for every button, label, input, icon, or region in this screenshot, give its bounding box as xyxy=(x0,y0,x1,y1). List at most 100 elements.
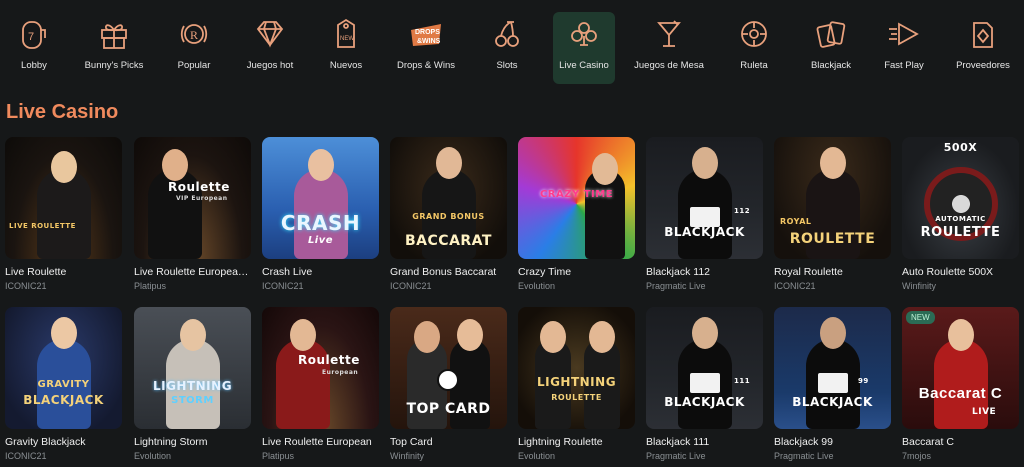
nav-label: Ruleta xyxy=(740,60,768,71)
art-label: BLACKJACK xyxy=(23,393,104,407)
art-label: Roulette xyxy=(168,180,230,194)
art-sublabel: GRAND BONUS xyxy=(412,212,485,221)
art-label: BLACKJACK xyxy=(664,225,745,239)
game-name: Royal Roulette xyxy=(774,266,843,278)
game-card[interactable]: CRASH Live Crash Live ICONIC21 xyxy=(262,137,379,291)
game-card[interactable]: LIGHTNING STORM Lightning Storm Evolutio… xyxy=(134,307,251,461)
game-name: Blackjack 111 xyxy=(646,436,710,448)
game-thumbnail[interactable]: CRASH Live xyxy=(262,137,379,259)
diamond-icon xyxy=(250,14,290,54)
new-tag-icon: NEW xyxy=(326,14,366,54)
nav-label: Blackjack xyxy=(810,60,852,71)
game-card[interactable]: TOP CARD Top Card Winfinity xyxy=(390,307,507,461)
nav-label: Fast Play xyxy=(884,60,924,71)
game-provider: Winfinity xyxy=(390,451,425,461)
game-card[interactable]: LIGHTNING ROULETTE Lightning Roulette Ev… xyxy=(518,307,635,461)
art-label: BLACKJACK xyxy=(792,395,873,409)
game-thumbnail[interactable]: LIVE ROULETTE xyxy=(5,137,122,259)
game-card[interactable]: NEW Baccarat C LIVE Baccarat C 7mojos xyxy=(902,307,1019,461)
game-card[interactable]: BLACKJACK 112 Blackjack 112 Pragmatic Li… xyxy=(646,137,763,291)
nav-label: Bunny's Picks xyxy=(84,60,144,71)
game-thumbnail[interactable]: NEW Baccarat C LIVE xyxy=(902,307,1019,429)
roulette-icon xyxy=(734,14,774,54)
art-sublabel: VIP European xyxy=(176,195,228,202)
cards-icon xyxy=(811,14,851,54)
gift-icon xyxy=(94,14,134,54)
svg-text:&WINS: &WINS xyxy=(417,38,441,45)
art-label: LIGHTNING xyxy=(536,375,617,389)
game-thumbnail[interactable]: 500X AUTOMATIC ROULETTE xyxy=(902,137,1019,259)
game-card[interactable]: BLACKJACK 111 Blackjack 111 Pragmatic Li… xyxy=(646,307,763,461)
art-label: BACCARAT xyxy=(405,233,492,249)
nav-popular[interactable]: R Popular xyxy=(163,12,225,84)
cherry-icon xyxy=(487,14,527,54)
game-thumbnail[interactable]: BLACKJACK 111 xyxy=(646,307,763,429)
nav-juegos-de-mesa[interactable]: Juegos de Mesa xyxy=(634,12,704,84)
game-name: Blackjack 99 xyxy=(774,436,833,448)
nav-juegos-hot[interactable]: Juegos hot xyxy=(239,12,301,84)
game-provider: ICONIC21 xyxy=(390,281,432,291)
game-thumbnail[interactable]: BLACKJACK 112 xyxy=(646,137,763,259)
art-sublabel: LIVE xyxy=(972,407,997,417)
game-name: Live Roulette European VIP xyxy=(134,266,251,278)
game-card[interactable]: BLACKJACK 99 Blackjack 99 Pragmatic Live xyxy=(774,307,891,461)
nav-live-casino[interactable]: Live Casino xyxy=(553,12,615,84)
nav-ruleta[interactable]: Ruleta xyxy=(723,12,785,84)
game-thumbnail[interactable]: Roulette VIP European xyxy=(134,137,251,259)
art-sublabel: European xyxy=(322,369,359,376)
art-sublabel: ROULETTE xyxy=(551,393,602,402)
game-card[interactable]: GRAND BONUS BACCARAT Grand Bonus Baccara… xyxy=(390,137,507,291)
nav-label: Lobby xyxy=(21,60,47,71)
nav-label: Juegos hot xyxy=(246,60,294,71)
game-card[interactable]: ROYAL ROULETTE Royal Roulette ICONIC21 xyxy=(774,137,891,291)
nav-blackjack[interactable]: Blackjack xyxy=(800,12,862,84)
game-card[interactable]: Roulette European Live Roulette European… xyxy=(262,307,379,461)
nav-drops-wins[interactable]: DROPS &WINS Drops & Wins xyxy=(395,12,457,84)
art-label: LIGHTNING xyxy=(152,379,233,393)
art-sublabel: AUTOMATIC xyxy=(935,215,986,223)
game-provider: Evolution xyxy=(518,451,556,461)
game-card[interactable]: CRAZY TIME Crazy Time Evolution xyxy=(518,137,635,291)
game-provider: 7mojos xyxy=(902,451,932,461)
game-provider: Pragmatic Live xyxy=(646,451,706,461)
game-thumbnail[interactable]: GRAND BONUS BACCARAT xyxy=(390,137,507,259)
game-card[interactable]: GRAVITY BLACKJACK Gravity Blackjack ICON… xyxy=(5,307,122,461)
game-name: Live Roulette xyxy=(5,266,67,278)
game-provider: Pragmatic Live xyxy=(774,451,834,461)
nav-label: Nuevos xyxy=(329,60,363,71)
game-card[interactable]: LIVE ROULETTE Live Roulette ICONIC21 xyxy=(5,137,122,291)
game-thumbnail[interactable]: LIGHTNING ROULETTE xyxy=(518,307,635,429)
svg-text:R: R xyxy=(190,28,198,42)
nav-label: Proveedores xyxy=(956,60,1010,71)
art-sublabel: 99 xyxy=(858,377,869,385)
art-label: CRAZY TIME xyxy=(539,189,614,200)
art-label: Baccarat C xyxy=(918,385,1003,402)
nav-fast-play[interactable]: Fast Play xyxy=(873,12,935,84)
game-thumbnail[interactable]: Roulette European xyxy=(262,307,379,429)
game-name: Lightning Roulette xyxy=(518,436,603,448)
nav-label: Drops & Wins xyxy=(396,60,456,71)
art-label: CRASH xyxy=(280,211,361,235)
nav-bunnys-picks[interactable]: Bunny's Picks xyxy=(83,12,145,84)
game-thumbnail[interactable]: LIGHTNING STORM xyxy=(134,307,251,429)
game-thumbnail[interactable]: CRAZY TIME xyxy=(518,137,635,259)
svg-text:NEW: NEW xyxy=(340,36,354,42)
cocktail-icon xyxy=(649,14,689,54)
game-provider: Pragmatic Live xyxy=(646,281,706,291)
nav-lobby[interactable]: 7 Lobby xyxy=(3,12,65,84)
game-thumbnail[interactable]: GRAVITY BLACKJACK xyxy=(5,307,122,429)
game-provider: Evolution xyxy=(134,451,172,461)
nav-slots[interactable]: Slots xyxy=(476,12,538,84)
game-thumbnail[interactable]: BLACKJACK 99 xyxy=(774,307,891,429)
nav-proveedores[interactable]: Proveedores xyxy=(952,12,1014,84)
art-sublabel: Live xyxy=(307,235,334,246)
nav-nuevos[interactable]: NEW Nuevos xyxy=(315,12,377,84)
game-thumbnail[interactable]: ROYAL ROULETTE xyxy=(774,137,891,259)
game-card[interactable]: Roulette VIP European Live Roulette Euro… xyxy=(134,137,251,291)
nav-label: Slots xyxy=(496,60,518,71)
club-icon xyxy=(564,14,604,54)
svg-text:7: 7 xyxy=(28,31,34,43)
game-card[interactable]: 500X AUTOMATIC ROULETTE Auto Roulette 50… xyxy=(902,137,1019,291)
section-title: Live Casino xyxy=(6,101,119,123)
game-thumbnail[interactable]: TOP CARD xyxy=(390,307,507,429)
